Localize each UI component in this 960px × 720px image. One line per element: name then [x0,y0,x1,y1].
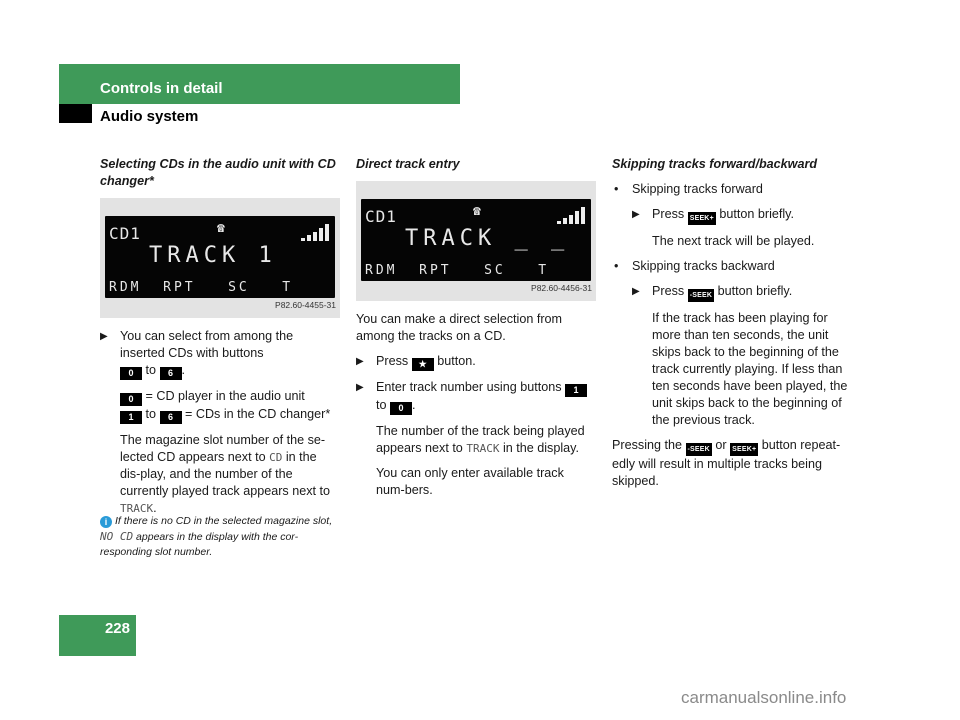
subsection-title: Audio system [100,108,199,125]
phone-icon: ☎ [217,221,225,236]
key-star-button: ★ [411,358,434,371]
lcd-cd-label: CD1 [365,207,397,226]
info-note: i If there is no CD in the selected magaz… [100,515,333,558]
key-6-button: 6 [159,411,182,424]
result-seek-forward: The next track will be played. [652,234,815,248]
key-6-button: 6 [159,367,182,380]
key-0-button: 0 [120,367,142,380]
bullet-arrow-icon: ▶ [356,356,364,367]
instruction-press-star: ▶ Press ★ button. [356,354,476,371]
seek-forward-key: SEEK+ [687,212,716,225]
instruction-seek-forward: ▶ Press SEEK+ button briefly. [612,206,852,225]
signal-strength-icon [301,224,329,241]
intro-paragraph: You can make a direct selection from amo… [356,312,563,343]
page-number: 228 [59,615,136,656]
instruction-select-cd: ▶ You can select from among the inserted… [100,329,294,380]
section-title: Controls in detail [100,80,223,97]
lcd-softkey-labels: RDM RPT SC T [365,263,550,278]
paragraph-available-tracks: You can only enter available track num-b… [376,466,564,497]
heading-direct-track-entry: Direct track entry [356,157,460,171]
seek-backward-key: -SEEK [687,289,715,302]
lcd-display: CD1 ☎ TRACK _ _ RDM RPT SC T [361,199,591,281]
item-skip-forward: • Skipping tracks forward [614,182,763,196]
figure-display-cd: CD1 ☎ TRACK 1 RDM RPT SC T P82.60-4455-3… [100,198,340,318]
column-selecting-cds: Selecting CDs in the audio unit with CD … [100,156,340,525]
instruction-seek-backward: ▶ Press -SEEK button briefly. [612,283,852,302]
heading-selecting-cds: Selecting CDs in the audio unit with CD … [100,157,336,188]
watermark: carmanualsonline.info [681,688,847,707]
lcd-softkey-labels: RDM RPT SC T [109,280,294,295]
paragraph-slot-number: The magazine slot number of the se-lecte… [120,433,331,515]
seek-forward-key: SEEK+ [730,443,759,456]
key-0-button: 0 [120,393,142,406]
key-legend: 0 = CD player in the audio unit 1 to 6 =… [100,388,340,424]
item-skip-backward: • Skipping tracks backward [614,259,775,273]
bullet-arrow-icon: ▶ [632,286,640,297]
heading-skipping-tracks: Skipping tracks forward/backward [612,157,818,171]
bullet-arrow-icon: ▶ [356,382,364,393]
paragraph-repeated-press: Pressing the -SEEK or SEEK+ button repea… [612,438,841,488]
column-direct-track-entry: Direct track entry CD1 ☎ TRACK _ _ RDM R… [356,156,596,507]
key-1-button: 1 [120,411,142,424]
lcd-track-label: TRACK 1 [149,243,277,268]
subsection-marker [59,104,92,123]
result-seek-backward: If the track has been playing for more t… [652,311,848,427]
seek-backward-key: -SEEK [685,443,712,456]
lcd-track-label: TRACK _ _ [405,226,570,251]
figure-display-track-entry: CD1 ☎ TRACK _ _ RDM RPT SC T P82.60-4456… [356,181,596,301]
key-0-button: 0 [390,402,413,415]
info-icon: i [100,516,112,528]
lcd-cd-label: CD1 [109,224,141,243]
bullet-arrow-icon: ▶ [100,331,108,342]
figure-code: P82.60-4455-31 [275,300,336,310]
phone-icon: ☎ [473,204,481,219]
bullet-arrow-icon: ▶ [632,209,640,220]
signal-strength-icon [557,207,585,224]
lcd-display: CD1 ☎ TRACK 1 RDM RPT SC T [105,216,335,298]
column-skipping-tracks: Skipping tracks forward/backward • Skipp… [612,156,852,498]
paragraph-track-number: The number of the track being played app… [376,424,585,455]
key-1-button: 1 [565,384,588,397]
instruction-enter-track: ▶ Enter track number using buttons 1 to … [356,379,596,415]
figure-code: P82.60-4456-31 [531,283,592,293]
